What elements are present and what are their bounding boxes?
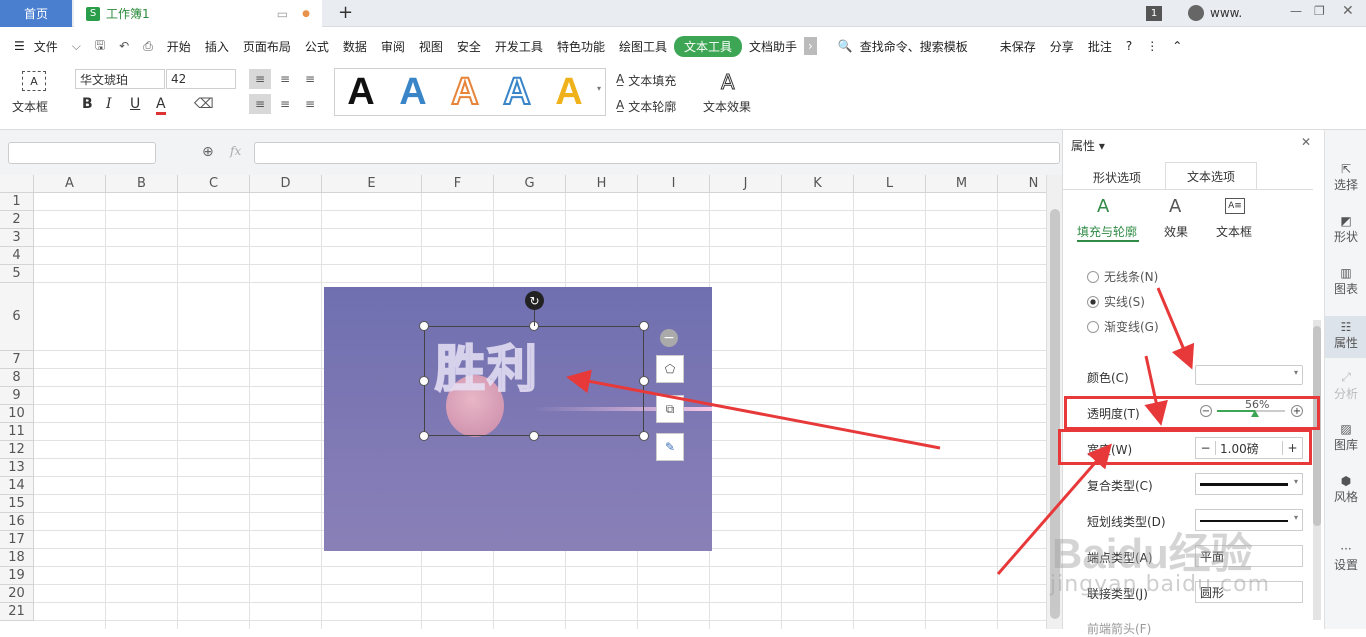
arrow-to-color: [1156, 287, 1195, 370]
arrow-to-transparency: [1144, 355, 1168, 426]
watermark-sub: jingyan.baidu.com: [1050, 572, 1271, 597]
arrow-to-textbox: [566, 369, 941, 450]
